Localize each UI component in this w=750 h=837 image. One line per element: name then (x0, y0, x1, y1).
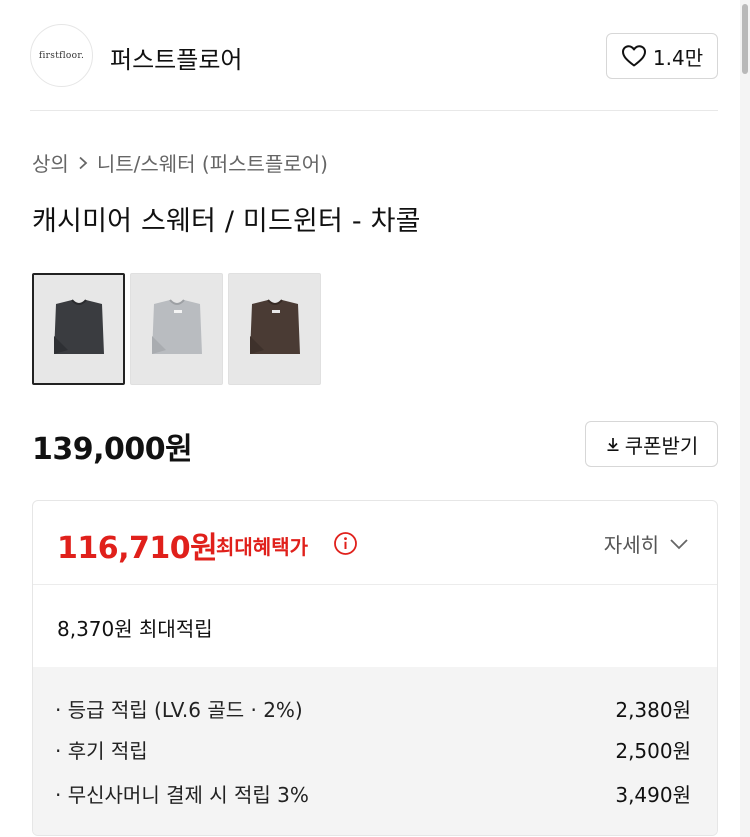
max-benefit-label: 최대혜택가 (216, 535, 308, 559)
thumbnail-light-grey[interactable] (130, 273, 223, 385)
benefit-header: 116,710원 최대혜택가 자세히 (33, 501, 717, 585)
points-row: · 등급 적립 (LV.6 골드 · 2%) 2,380원 (55, 693, 691, 723)
brand-logo[interactable]: firstfloor. (30, 24, 93, 87)
sweater-image (151, 299, 202, 354)
download-icon (607, 438, 619, 452)
detail-toggle-label: 자세히 (603, 533, 659, 557)
points-row-label: · 무신사머니 결제 시 적립 3% (55, 782, 309, 807)
points-detail-list: · 등급 적립 (LV.6 골드 · 2%) 2,380원 · 후기 적립 2,… (33, 667, 717, 835)
like-count: 1.4만 (652, 45, 704, 70)
brand-header: firstfloor. 퍼스트플로어 1.4만 (30, 24, 720, 88)
sweater-image (249, 299, 300, 354)
breadcrumb-level2[interactable]: 니트/스웨터 (퍼스트플로어) (97, 148, 328, 177)
max-benefit-price: 116,710원 (57, 531, 218, 566)
like-button[interactable]: 1.4만 (606, 33, 718, 79)
thumbnail-brown[interactable] (228, 273, 321, 385)
brand-name[interactable]: 퍼스트플로어 (110, 40, 242, 75)
coupon-download-button[interactable]: 쿠폰받기 (585, 421, 718, 467)
scrollbar-thumb[interactable] (742, 4, 748, 74)
product-price: 139,000원 (32, 432, 193, 467)
coupon-label: 쿠폰받기 (624, 433, 699, 458)
info-icon[interactable] (333, 531, 358, 556)
product-title: 캐시미어 스웨터 / 미드윈터 - 차콜 (32, 206, 421, 237)
thumbnail-charcoal[interactable] (32, 273, 125, 385)
page-scrollbar[interactable] (740, 0, 750, 837)
sweater-image (53, 299, 104, 354)
detail-toggle-button[interactable]: 자세히 (604, 529, 689, 558)
breadcrumb: 상의 니트/스웨터 (퍼스트플로어) (32, 148, 328, 177)
points-row-amount: 2,380원 (615, 697, 691, 722)
max-points-total: 8,370원 최대적립 (57, 617, 213, 641)
points-row-amount: 2,500원 (615, 738, 691, 763)
header-divider (30, 110, 718, 111)
heart-icon (621, 45, 646, 67)
points-row-label: · 등급 적립 (LV.6 골드 · 2%) (55, 697, 303, 722)
points-row-amount: 3,490원 (615, 782, 691, 807)
points-row: · 후기 적립 2,500원 (55, 734, 691, 764)
benefit-panel: 116,710원 최대혜택가 자세히 8,370원 최대적립 · 등급 적립 (… (32, 500, 718, 836)
breadcrumb-level1[interactable]: 상의 (32, 148, 69, 177)
chevron-right-icon (77, 156, 89, 170)
points-row: · 무신사머니 결제 시 적립 3% 3,490원 (55, 778, 691, 808)
points-row-label: · 후기 적립 (55, 738, 148, 763)
color-thumbnails (32, 273, 321, 385)
brand-logo-text: firstfloor. (38, 50, 85, 61)
chevron-down-icon (670, 538, 688, 549)
